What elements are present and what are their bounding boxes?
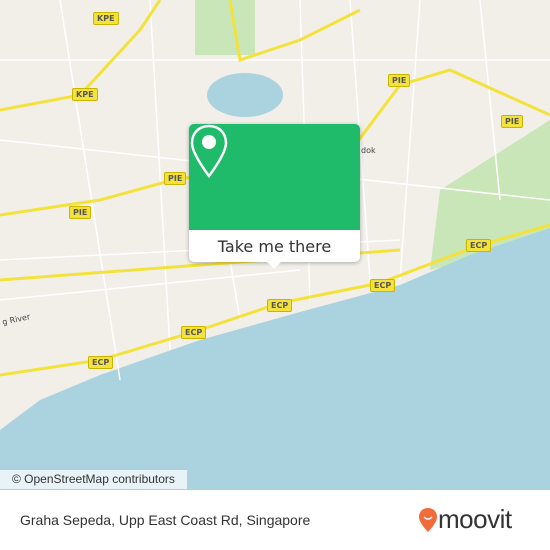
road-shield-pie: PIE: [164, 172, 187, 185]
reservoir: [207, 73, 283, 117]
road-shield-ecp: ECP: [466, 239, 492, 252]
road-shield-kpe: KPE: [72, 88, 98, 101]
moovit-logo[interactable]: moovit: [418, 504, 512, 535]
road-shield-ecp: ECP: [181, 326, 207, 339]
popup-header: [189, 124, 360, 230]
map-pin-icon: [190, 124, 228, 178]
road-shield-ecp: ECP: [88, 356, 114, 369]
map[interactable]: KPE KPE PIE PIE PIE PIE ECP ECP ECP ECP …: [0, 0, 550, 490]
road-shield-pie: PIE: [388, 74, 411, 87]
moovit-pin-icon: [419, 507, 437, 532]
footer: Graha Sepeda, Upp East Coast Rd, Singapo…: [0, 490, 550, 550]
place-label: dok: [361, 146, 376, 155]
road-shield-ecp: ECP: [370, 279, 396, 292]
moovit-wordmark: moovit: [438, 504, 512, 534]
road-shield-ecp: ECP: [267, 299, 293, 312]
place-name: Graha Sepeda, Upp East Coast Rd, Singapo…: [20, 512, 311, 528]
road-shield-pie: PIE: [501, 115, 524, 128]
destination-popup: Take me there: [189, 124, 360, 269]
road-shield-pie: PIE: [69, 206, 92, 219]
popup-pointer: [266, 261, 282, 269]
take-me-there-button[interactable]: Take me there: [189, 230, 360, 262]
osm-attribution[interactable]: © OpenStreetMap contributors: [0, 470, 187, 489]
park-area: [195, 0, 255, 55]
road-shield-kpe: KPE: [93, 12, 119, 25]
